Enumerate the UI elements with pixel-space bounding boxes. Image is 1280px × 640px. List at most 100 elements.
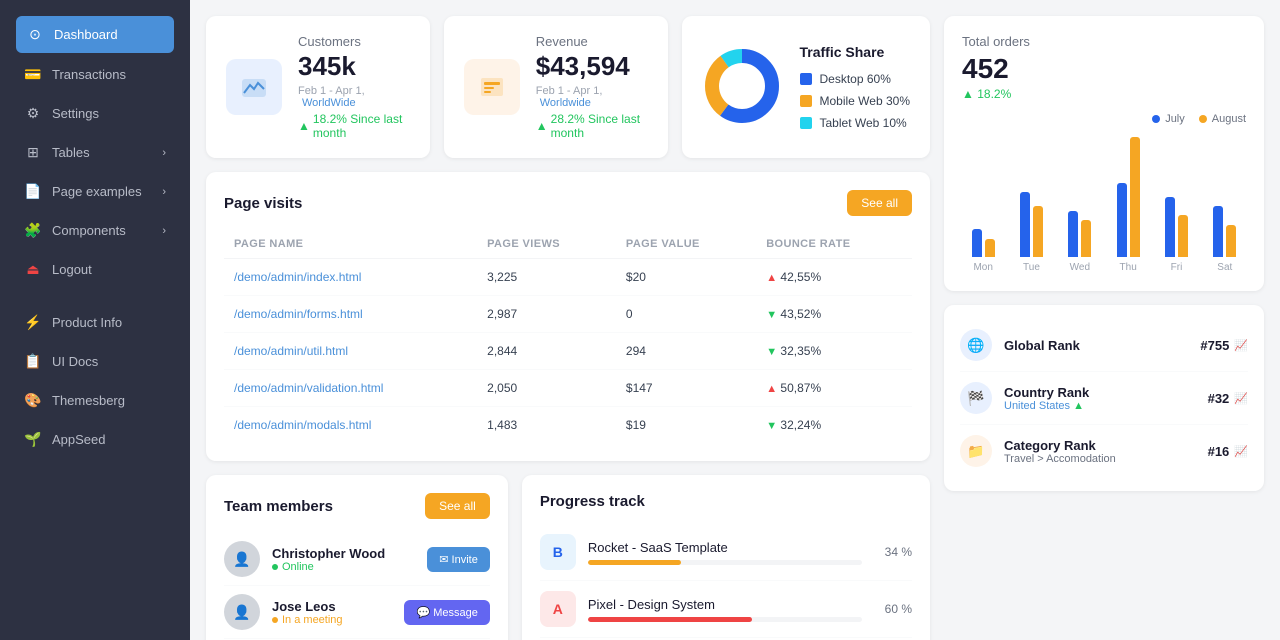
table-row: /demo/admin/validation.html 2,050 $147 ▲… [224,370,912,407]
sidebar-item-dashboard[interactable]: ⊙ Dashboard [16,16,174,53]
customers-title: Customers [298,34,410,49]
trend-down-icon: ▼ [766,309,777,321]
sidebar-item-components[interactable]: 🧩 Components › [8,211,182,250]
trend-up-icon: ▲ [766,272,777,284]
global-rank-info: Global Rank [1004,338,1188,353]
cell-page-views: 2,987 [477,296,616,333]
bars [1068,211,1091,257]
orders-title: Total orders [962,34,1246,49]
product-info-icon: ⚡ [24,314,42,331]
global-rank-value: #755 📈 [1200,338,1248,353]
traffic-donut [702,46,782,129]
status-dot [272,617,278,623]
sidebar-item-settings[interactable]: ⚙ Settings [8,94,182,133]
member-avatar: 👤 [224,541,260,577]
bar-july [1213,206,1223,257]
team-card: Team members See all 👤 Christopher Wood … [206,475,508,640]
sidebar-item-logout[interactable]: ⏏ Logout [8,250,182,289]
cell-page-views: 2,050 [477,370,616,407]
progress-bar-bg [588,560,862,565]
country-rank-value: #32 📈 [1208,391,1248,406]
trend-up-icon: ▲ [766,383,777,395]
member-status: Online [272,561,415,573]
sidebar-item-page-examples[interactable]: 📄 Page examples › [8,172,182,211]
member-action-button[interactable]: 💬 Message [404,600,489,625]
team-member: 👤 Christopher Wood Online ✉ Invite [224,533,490,586]
traffic-card: Traffic Share Desktop 60% Mobile Web 30% [682,16,931,158]
sidebar-item-appseed[interactable]: 🌱 AppSeed [8,420,182,459]
sidebar-item-transactions[interactable]: 💳 Transactions [8,55,182,94]
country-rank-icon: 🏁 [960,382,992,414]
appseed-icon: 🌱 [24,431,42,448]
sidebar-item-themesberg[interactable]: 🎨 Themesberg [8,381,182,420]
revenue-meta: Feb 1 - Apr 1, Worldwide [536,85,648,109]
page-visits-card: Page visits See all PAGE NAME PAGE VIEWS… [206,172,930,461]
customers-growth: ▲ 18.2% Since last month [298,112,410,140]
themesberg-icon: 🎨 [24,392,42,409]
traffic-info: Traffic Share Desktop 60% Mobile Web 30% [800,44,911,130]
stats-row: Customers 345k Feb 1 - Apr 1, WorldWide … [206,16,930,158]
revenue-growth: ▲ 28.2% Since last month [536,112,648,140]
member-action-button[interactable]: ✉ Invite [427,547,490,572]
bar-august [1081,220,1091,257]
legend-july: July [1152,113,1185,125]
tables-icon: ⊞ [24,144,42,161]
member-info: Christopher Wood Online [272,546,415,573]
col-page-views: PAGE VIEWS [477,230,616,259]
legend-mobile: Mobile Web 30% [800,94,911,108]
table-body: /demo/admin/index.html 3,225 $20 ▲ 42,55… [224,259,912,444]
ui-docs-icon: 📋 [24,353,42,370]
orders-growth: ▲ 18.2% [962,87,1246,101]
category-rank-value: #16 📈 [1208,444,1248,459]
left-panel: Customers 345k Feb 1 - Apr 1, WorldWide … [206,16,930,624]
cell-bounce-rate: ▼ 32,24% [756,407,912,444]
progress-bar-fill [588,560,681,565]
progress-bar-fill [588,617,753,622]
bars [1020,192,1043,257]
sidebar-item-ui-docs[interactable]: 📋 UI Docs [8,342,182,381]
bars [1165,197,1188,257]
progress-bar-bg [588,617,862,622]
cell-page-name: /demo/admin/forms.html [224,296,477,333]
cell-page-views: 3,225 [477,259,616,296]
legend-desktop: Desktop 60% [800,72,911,86]
trend-down-icon: ▼ [766,420,777,432]
team-see-all-button[interactable]: See all [425,493,490,519]
bar-group: Sat [1204,206,1246,273]
country-rank-info: Country Rank United States ▲ [1004,385,1196,412]
bars [1213,206,1236,257]
components-arrow: › [162,225,166,237]
settings-icon: ⚙ [24,105,42,122]
cell-bounce-rate: ▼ 43,52% [756,296,912,333]
col-bounce-rate: BOUNCE RATE [756,230,912,259]
table-head-row: PAGE NAME PAGE VIEWS PAGE VALUE BOUNCE R… [224,230,912,259]
member-avatar: 👤 [224,594,260,630]
sidebar-item-tables[interactable]: ⊞ Tables › [8,133,182,172]
revenue-icon [464,59,520,115]
legend-mobile-dot [800,95,812,107]
revenue-card: Revenue $43,594 Feb 1 - Apr 1, Worldwide… [444,16,668,158]
legend-tablet-dot [800,117,812,129]
bar-day-label: Wed [1070,262,1090,273]
bar-august [985,239,995,257]
dashboard-icon: ⊙ [26,26,44,43]
july-dot [1152,115,1160,123]
cell-page-name: /demo/admin/index.html [224,259,477,296]
bar-july [972,229,982,257]
team-members-list: 👤 Christopher Wood Online ✉ Invite 👤 Jos… [224,533,490,640]
progress-info: Pixel - Design System [588,597,862,622]
bar-group: Thu [1107,137,1149,273]
bottom-row: Team members See all 👤 Christopher Wood … [206,475,930,640]
right-panel: Total orders 452 ▲ 18.2% July August [944,16,1264,624]
sidebar-item-product-info[interactable]: ⚡ Product Info [8,303,182,342]
member-name: Jose Leos [272,599,392,614]
bars [972,229,995,257]
table-row: /demo/admin/util.html 2,844 294 ▼ 32,35% [224,333,912,370]
sidebar: ⊙ Dashboard 💳 Transactions ⚙ Settings ⊞ … [0,0,190,640]
bar-day-label: Tue [1023,262,1040,273]
customers-info: Customers 345k Feb 1 - Apr 1, WorldWide … [298,34,410,140]
col-page-name: PAGE NAME [224,230,477,259]
customers-meta: Feb 1 - Apr 1, WorldWide [298,85,410,109]
table-row: /demo/admin/forms.html 2,987 0 ▼ 43,52% [224,296,912,333]
page-visits-see-all-button[interactable]: See all [847,190,912,216]
